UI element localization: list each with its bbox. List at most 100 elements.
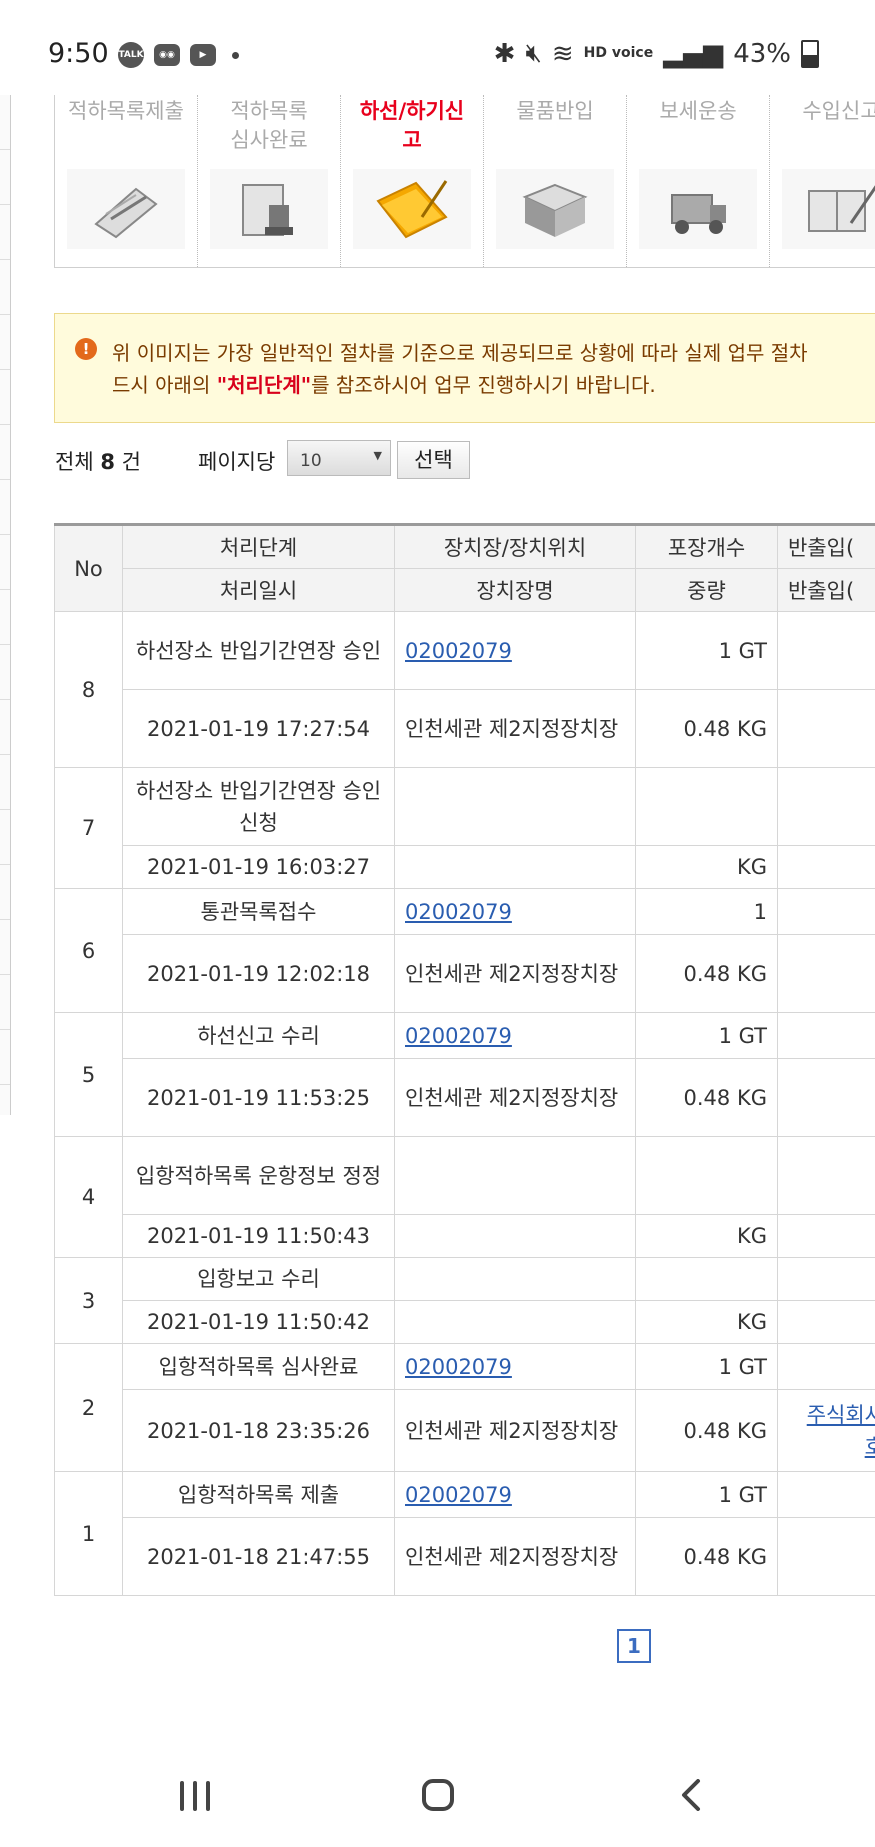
row-datetime: 2021-01-18 23:35:26 [122, 1389, 395, 1472]
notice-highlight: "처리단계" [216, 373, 312, 397]
total-unit: 건 [121, 450, 141, 474]
row-location [394, 1257, 636, 1301]
header-location-name: 장치장명 [394, 568, 636, 612]
row-no: 8 [54, 611, 123, 768]
youtube-icon: ▶ [190, 44, 216, 66]
step-label: 하선/하기신 고 [359, 99, 465, 152]
row-location [394, 767, 636, 846]
row-extra [777, 767, 875, 846]
row-step: 입항적하목록 제출 [122, 1471, 395, 1518]
row-weight: 0.48 KG [635, 934, 778, 1013]
page-1-button[interactable]: 1 [617, 1629, 651, 1663]
home-icon[interactable] [422, 1779, 454, 1811]
header-weight: 중량 [635, 568, 778, 612]
step-label: 적하목록 심사완료 [230, 99, 308, 152]
battery-icon [801, 39, 819, 68]
row-weight: KG [635, 1214, 778, 1258]
row-packages: 1 GT [635, 1471, 778, 1518]
header-step: 처리단계 [122, 523, 395, 569]
row-step: 입항보고 수리 [122, 1257, 395, 1301]
step-manifest-review: 적하목록 심사완료 [198, 95, 341, 267]
system-icons: ✱ 🔇︎ ≋ HD voice ▂▄▆ 43% [494, 38, 819, 69]
row-no: 5 [54, 1012, 123, 1137]
row-no: 6 [54, 888, 123, 1013]
row-extra [777, 1058, 875, 1137]
document-stamp-icon [210, 169, 328, 249]
select-button[interactable]: 선택 [397, 441, 470, 479]
recent-apps-icon[interactable] [180, 1781, 210, 1811]
row-extra [777, 1300, 875, 1344]
row-location: 02002079 [394, 611, 636, 690]
row-datetime: 2021-01-19 11:50:43 [122, 1214, 395, 1258]
warning-icon: ! [75, 338, 97, 360]
back-icon[interactable] [676, 1779, 708, 1811]
header-location: 장치장/장치위치 [394, 523, 636, 569]
company-link[interactable]: 주식회사 호 [807, 1403, 875, 1459]
status-time: 9:50 [48, 38, 109, 69]
row-location: 02002079 [394, 888, 636, 935]
location-link[interactable]: 02002079 [405, 1483, 512, 1507]
row-extra [777, 611, 875, 690]
row-extra [777, 1012, 875, 1059]
truck-icon [639, 169, 757, 249]
row-no: 1 [54, 1471, 123, 1596]
notice-line-1: 위 이미지는 가장 일반적인 절차를 기준으로 제공되므로 상황에 따라 실제 … [112, 341, 808, 365]
row-step: 하선신고 수리 [122, 1012, 395, 1059]
row-datetime: 2021-01-19 17:27:54 [122, 689, 395, 768]
notice-text-pre: 드시 아래의 [112, 373, 217, 397]
total-count: 전체 8 건 [55, 446, 141, 476]
row-no: 2 [54, 1343, 123, 1472]
location-link[interactable]: 02002079 [405, 1355, 512, 1379]
wifi-icon: ≋ [551, 38, 574, 69]
step-manifest-submit: 적하목록제출 [55, 95, 198, 267]
bluetooth-icon: ✱ [493, 38, 516, 69]
row-weight: KG [635, 845, 778, 889]
discord-icon: ◉◉ [154, 44, 180, 66]
row-extra [777, 1257, 875, 1301]
dropdown-arrow-icon: ▼ [373, 449, 382, 462]
row-extra [777, 689, 875, 768]
step-import-declaration: 수입신고 [770, 95, 875, 267]
header-inout-2: 반출입( [777, 568, 875, 612]
step-label: 물품반입 [516, 99, 594, 123]
row-location-name [394, 845, 636, 889]
step-label: 수입신고 [802, 99, 875, 123]
location-link[interactable]: 02002079 [405, 639, 512, 663]
hd-voice-icon: HD voice [583, 45, 654, 61]
row-no: 4 [54, 1136, 123, 1258]
row-weight: 0.48 KG [635, 1058, 778, 1137]
row-step: 하선장소 반입기간연장 승인 [122, 611, 395, 690]
row-weight: 0.48 KG [635, 1517, 778, 1596]
row-weight: 0.48 KG [635, 1389, 778, 1472]
location-link[interactable]: 02002079 [405, 900, 512, 924]
row-location: 02002079 [394, 1471, 636, 1518]
row-extra [777, 934, 875, 1013]
row-location-name [394, 1214, 636, 1258]
row-datetime: 2021-01-18 21:47:55 [122, 1517, 395, 1596]
sidebar-edge [0, 95, 11, 1115]
row-weight: KG [635, 1300, 778, 1344]
row-extra [777, 845, 875, 889]
navigation-bar [0, 1755, 875, 1847]
row-datetime: 2021-01-19 11:50:42 [122, 1300, 395, 1344]
row-location-name [394, 1300, 636, 1344]
row-extra [777, 1136, 875, 1215]
row-packages [635, 767, 778, 846]
row-step: 입항적하목록 심사완료 [122, 1343, 395, 1390]
notice-box: ! 위 이미지는 가장 일반적인 절차를 기준으로 제공되므로 상황에 따라 실… [54, 313, 875, 423]
row-location: 02002079 [394, 1012, 636, 1059]
processing-history-table: No 처리단계 장치장/장치위치 포장개수 반출입( 처리일시 장치장명 중량 … [54, 523, 875, 1596]
row-packages [635, 1257, 778, 1301]
signal-icon: ▂▄▆ [663, 38, 724, 69]
row-extra [777, 1343, 875, 1390]
step-label: 보세운송 [659, 99, 737, 123]
row-extra [777, 888, 875, 935]
row-location: 02002079 [394, 1343, 636, 1390]
location-link[interactable]: 02002079 [405, 1024, 512, 1048]
row-no: 3 [54, 1257, 123, 1344]
boxes-icon [496, 169, 614, 249]
per-page-select[interactable]: 10 ▼ [287, 440, 391, 476]
battery-percent: 43% [733, 38, 791, 69]
step-bonded-transport: 보세운송 [627, 95, 770, 267]
notice-text-post: 를 참조하시어 업무 진행하시기 바랍니다. [311, 373, 656, 397]
